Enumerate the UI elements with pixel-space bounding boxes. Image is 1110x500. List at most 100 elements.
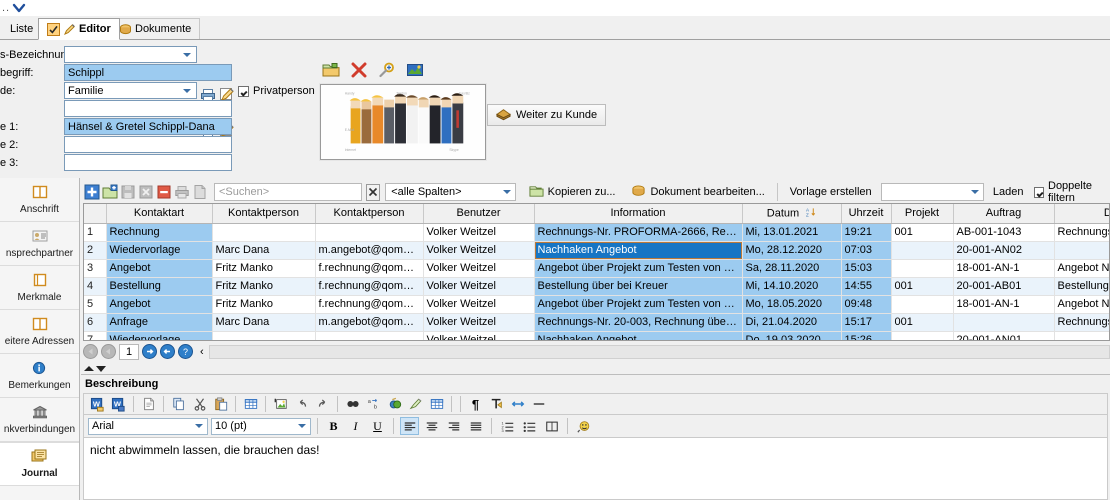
chevron-down-icon[interactable] xyxy=(298,424,306,428)
border-button[interactable] xyxy=(542,417,561,435)
cell-projekt[interactable]: 001 xyxy=(891,313,954,332)
cell-kontaktperson1[interactable]: Marc Dana xyxy=(212,241,316,260)
replace-icon[interactable]: a b xyxy=(364,395,383,413)
tab-editor[interactable]: Editor xyxy=(38,18,120,40)
tab-liste[interactable]: Liste xyxy=(2,18,41,40)
numbered-list-button[interactable]: 1 2 3 xyxy=(498,417,517,435)
cell-kontaktperson2[interactable]: m.angebot@qomet.de xyxy=(315,241,424,260)
cell-information[interactable]: Rechnungs-Nr. 20-003, Rechnung über Proj… xyxy=(534,313,743,332)
cell-kontaktperson1[interactable]: Fritz Manko xyxy=(212,277,316,296)
begriff-input[interactable]: Schippl xyxy=(64,64,232,81)
weiter-zu-kunde-button[interactable]: Weiter zu Kunde xyxy=(487,104,607,126)
sidebar-item-ansprechpartner[interactable]: nsprechpartner xyxy=(0,222,79,266)
cell-benutzer[interactable]: Volker Weitzel xyxy=(423,259,535,278)
help-icon[interactable]: ? xyxy=(178,344,193,359)
doppelte-filtern-checkbox[interactable] xyxy=(1034,186,1044,198)
col-header-information[interactable]: Information xyxy=(534,204,743,224)
cell-auftrag[interactable] xyxy=(953,313,1055,332)
cut-icon[interactable] xyxy=(190,395,209,413)
chevron-down-icon[interactable] xyxy=(12,2,26,14)
bezeichnung-combo[interactable] xyxy=(64,46,197,63)
cell-datum[interactable]: Do, 19.03.2020 xyxy=(742,331,842,340)
search-input[interactable]: <Suchen> xyxy=(214,183,362,201)
word-open-icon[interactable]: W xyxy=(88,395,107,413)
paste-icon[interactable] xyxy=(211,395,230,413)
cell-rownum[interactable]: 2 xyxy=(84,241,107,260)
table-row[interactable]: 7 Wiedervorlage Volker Weitzel Nachhaken An… xyxy=(84,331,1109,340)
insert-image-icon[interactable] xyxy=(271,395,290,413)
font-family-combo[interactable]: Arial xyxy=(88,417,208,435)
chevron-down-icon[interactable] xyxy=(502,190,511,194)
col-header-kontaktart[interactable]: Kontaktart xyxy=(106,204,213,224)
sidebar-item-journal[interactable]: Journal xyxy=(0,442,79,486)
cell-kontaktart[interactable]: Wiedervorlage xyxy=(106,331,213,340)
add-record-icon[interactable] xyxy=(84,183,100,201)
minus-icon[interactable] xyxy=(529,395,548,413)
laden-button[interactable]: Laden xyxy=(986,183,1031,202)
cell-uhrzeit[interactable]: 15:26 xyxy=(841,331,892,340)
cell-datum[interactable]: Mi, 14.10.2020 xyxy=(742,277,842,296)
cell-uhrzeit[interactable]: 09:48 xyxy=(841,295,892,314)
cell-auftrag[interactable]: 20-001-AN01 xyxy=(953,331,1055,340)
image-icon[interactable] xyxy=(406,62,424,81)
chevron-down-icon[interactable] xyxy=(970,190,979,194)
cell-kontaktart[interactable]: Rechnung xyxy=(106,223,213,242)
cell-kontaktperson2[interactable] xyxy=(315,223,424,242)
cell-uhrzeit[interactable]: 15:17 xyxy=(841,313,892,332)
cell-datum[interactable]: Mo, 28.12.2020 xyxy=(742,241,842,260)
col-header-projekt[interactable]: Projekt xyxy=(891,204,954,224)
cell-benutzer[interactable]: Volker Weitzel xyxy=(423,277,535,296)
col-header-dokumente[interactable]: Dokumente xyxy=(1054,204,1109,224)
cell-datum[interactable]: Mo, 18.05.2020 xyxy=(742,295,842,314)
align-left-button[interactable] xyxy=(400,417,419,435)
description-text-body[interactable]: nicht abwimmeln lassen, die brauchen das… xyxy=(83,438,1108,500)
cell-auftrag[interactable]: AB-001-1043 xyxy=(953,223,1055,242)
panel-splitter[interactable] xyxy=(81,364,1110,374)
cell-rownum[interactable]: 1 xyxy=(84,223,107,242)
sidebar-item-bemerkungen[interactable]: Bemerkungen xyxy=(0,354,79,398)
page-number-input[interactable]: 1 xyxy=(119,343,139,360)
cell-auftrag[interactable]: 18-001-AN-1 xyxy=(953,295,1055,314)
first-page-icon[interactable] xyxy=(83,344,98,359)
cell-dokumente[interactable]: Bestellung ONS474 xyxy=(1054,277,1109,296)
dokument-bearbeiten-button[interactable]: Dokument bearbeiten... xyxy=(624,183,771,202)
cell-projekt[interactable] xyxy=(891,331,954,340)
table-row[interactable]: 4 Bestellung Fritz Manko f.rechnung@qomet.d… xyxy=(84,277,1109,296)
align-justify-button[interactable] xyxy=(466,417,485,435)
collapse-icon[interactable]: ‹ xyxy=(200,346,204,358)
col-header-rownum[interactable] xyxy=(84,204,107,224)
copy-icon[interactable] xyxy=(169,395,188,413)
cell-projekt[interactable] xyxy=(891,259,954,278)
cell-kontaktperson1[interactable]: Fritz Manko xyxy=(212,259,316,278)
sidebar-item-anschrift[interactable]: Anschrift xyxy=(0,178,79,222)
italic-button[interactable]: I xyxy=(346,417,365,435)
table-row[interactable]: 1 Rechnung Volker Weitzel Rechnungs-Nr. PRO… xyxy=(84,223,1109,242)
cell-kontaktart[interactable]: Angebot xyxy=(106,259,213,278)
tab-dokumente[interactable]: Dokumente xyxy=(110,18,201,40)
chevron-down-icon[interactable] xyxy=(183,52,191,57)
zoom-in-icon[interactable] xyxy=(378,62,396,81)
cell-kontaktperson2[interactable]: m.angebot@qomet.de xyxy=(315,313,424,332)
grid-icon[interactable] xyxy=(427,395,446,413)
spellcheck-lang-button[interactable] xyxy=(574,417,593,435)
cell-benutzer[interactable]: Volker Weitzel xyxy=(423,241,535,260)
privatperson-checkbox-row[interactable]: Privatperson xyxy=(238,85,315,97)
col-header-kontaktperson-1[interactable]: Kontaktperson xyxy=(212,204,316,224)
contact-photo[interactable]: Handy Telefon Fax/Bz E-Mail Internet Sky… xyxy=(320,84,486,160)
format-painter-icon[interactable] xyxy=(406,395,425,413)
cell-rownum[interactable]: 3 xyxy=(84,259,107,278)
cell-kontaktperson1[interactable] xyxy=(212,331,316,340)
chevron-down-icon[interactable] xyxy=(183,88,191,93)
cell-uhrzeit[interactable]: 15:03 xyxy=(841,259,892,278)
cell-rownum[interactable]: 4 xyxy=(84,277,107,296)
new-document-icon[interactable] xyxy=(139,395,158,413)
col-header-uhrzeit[interactable]: Uhrzeit xyxy=(841,204,892,224)
paragraph-mark-icon[interactable]: ¶ xyxy=(466,395,485,413)
cell-benutzer[interactable]: Volker Weitzel xyxy=(423,331,535,340)
cell-kontaktperson2[interactable] xyxy=(315,331,424,340)
blank-input[interactable] xyxy=(64,100,232,117)
prev-page-icon[interactable] xyxy=(101,344,116,359)
sidebar-item-bankverbindungen[interactable]: nkverbindungen xyxy=(0,398,79,442)
cell-benutzer[interactable]: Volker Weitzel xyxy=(423,223,535,242)
table-row[interactable]: 2 Wiedervorlage Marc Dana m.angebot@qomet.d… xyxy=(84,241,1109,260)
